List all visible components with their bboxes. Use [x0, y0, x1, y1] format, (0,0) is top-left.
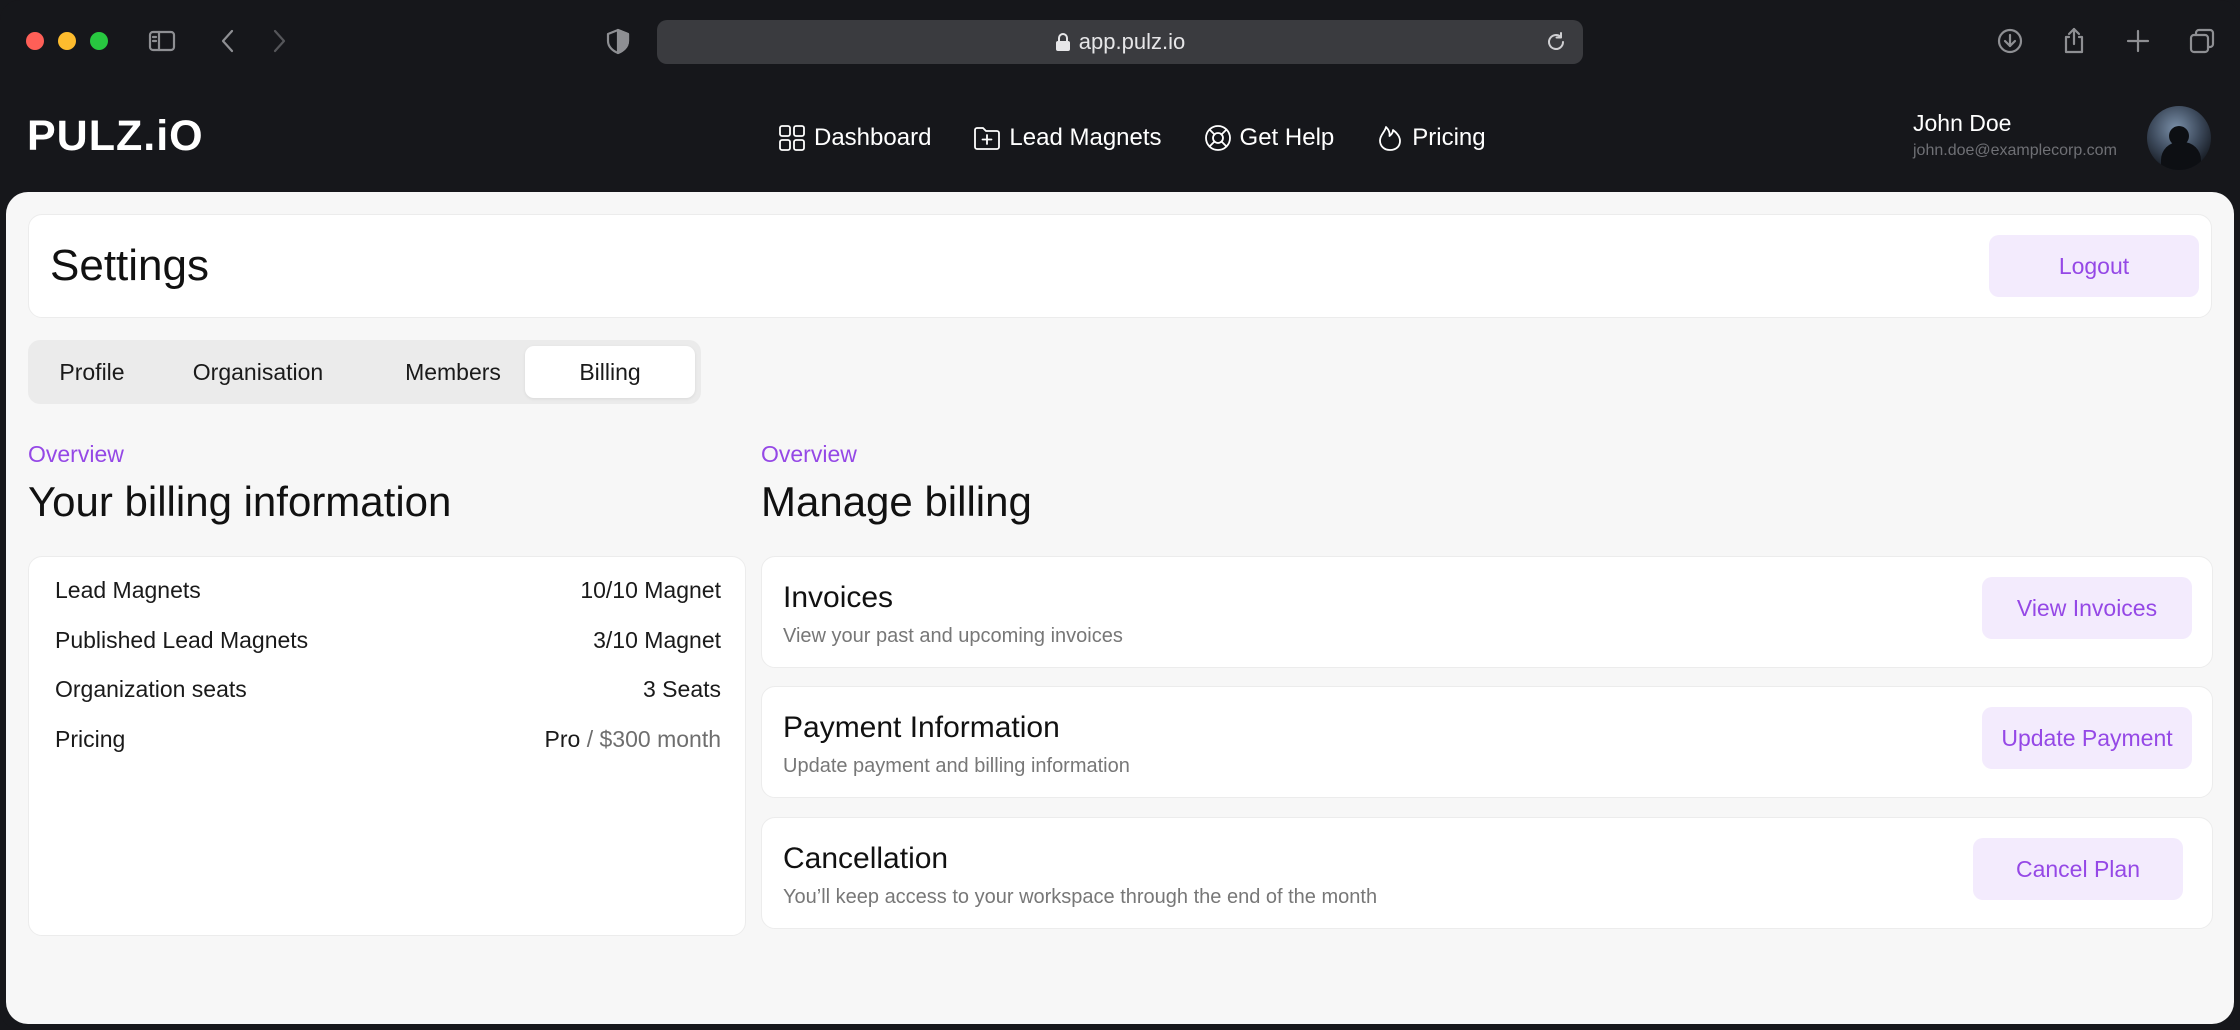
- tab-members[interactable]: Members: [368, 346, 538, 398]
- tab-billing[interactable]: Billing: [525, 346, 695, 398]
- billing-info-card: Lead Magnets 10/10 Magnet Published Lead…: [28, 556, 746, 936]
- plan-name: Pro: [544, 726, 581, 752]
- lock-icon: [1055, 33, 1070, 51]
- cancel-plan-button[interactable]: Cancel Plan: [1973, 838, 2183, 900]
- invoices-card: Invoices View your past and upcoming inv…: [761, 556, 2213, 668]
- plan-price: / $300 month: [580, 726, 721, 752]
- browser-window: app.pulz.io PULZ.iO Dashboard Lead Magne…: [0, 0, 2240, 1030]
- payment-information-card: Payment Information Update payment and b…: [761, 686, 2213, 798]
- info-value: Pro / $300 month: [545, 726, 721, 753]
- settings-page: Settings Logout Profile Organisation Mem…: [6, 192, 2234, 1024]
- info-row-pricing: Pricing Pro / $300 month: [55, 726, 721, 762]
- pulz-logo[interactable]: PULZ.iO: [27, 112, 204, 161]
- new-tab-icon[interactable]: [2121, 24, 2155, 58]
- info-row-published-lead-magnets: Published Lead Magnets 3/10 Magnet: [55, 627, 721, 663]
- shield-icon[interactable]: [601, 24, 635, 58]
- lifebuoy-icon: [1204, 125, 1231, 151]
- view-invoices-button[interactable]: View Invoices: [1982, 577, 2192, 639]
- info-row-lead-magnets: Lead Magnets 10/10 Magnet: [55, 577, 721, 613]
- main-nav: Dashboard Lead Magnets Get Help Pricing: [776, 118, 1486, 158]
- billing-info-eyebrow: Overview: [28, 441, 124, 467]
- payment-information-title: Payment Information: [783, 711, 1060, 744]
- back-icon[interactable]: [211, 24, 245, 58]
- flame-icon: [1379, 126, 1402, 151]
- logout-button[interactable]: Logout: [1989, 235, 2199, 297]
- nav-lead-magnets[interactable]: Lead Magnets: [971, 122, 1162, 154]
- tabs-overview-icon[interactable]: [2185, 24, 2219, 58]
- info-label: Lead Magnets: [55, 577, 201, 603]
- user-email: john.doe@examplecorp.com: [1913, 142, 2117, 159]
- tab-profile[interactable]: Profile: [42, 346, 142, 398]
- avatar[interactable]: [2147, 106, 2211, 170]
- billing-info-title: Your billing information: [28, 478, 452, 525]
- info-row-organization-seats: Organization seats 3 Seats: [55, 676, 721, 712]
- nav-pricing[interactable]: Pricing: [1374, 122, 1486, 154]
- settings-tabs: Profile Organisation Members Billing: [28, 340, 701, 404]
- info-value: 3/10 Magnet: [593, 627, 721, 653]
- nav-pricing-label: Pricing: [1412, 124, 1486, 151]
- sidebar-icon[interactable]: [145, 24, 179, 58]
- user-name[interactable]: John Doe: [1913, 110, 2011, 137]
- forward-icon[interactable]: [262, 24, 296, 58]
- payment-information-subtitle: Update payment and billing information: [783, 755, 1130, 777]
- manage-billing-eyebrow: Overview: [761, 441, 857, 467]
- tab-organisation[interactable]: Organisation: [178, 346, 338, 398]
- nav-dashboard-label: Dashboard: [814, 124, 932, 151]
- reload-icon[interactable]: [1545, 31, 1567, 53]
- settings-header-card: Settings Logout: [28, 214, 2212, 318]
- update-payment-button[interactable]: Update Payment: [1982, 707, 2192, 769]
- grid-icon: [779, 125, 805, 151]
- nav-lead-magnets-label: Lead Magnets: [1009, 124, 1162, 151]
- share-icon[interactable]: [2057, 24, 2091, 58]
- folder-plus-icon: [974, 127, 1001, 150]
- nav-dashboard[interactable]: Dashboard: [776, 122, 931, 154]
- info-value: 3 Seats: [643, 676, 721, 702]
- zoom-window-button[interactable]: [90, 32, 108, 50]
- address-bar[interactable]: app.pulz.io: [657, 20, 1583, 64]
- nav-get-help[interactable]: Get Help: [1202, 122, 1335, 154]
- download-icon[interactable]: [1993, 24, 2027, 58]
- invoices-subtitle: View your past and upcoming invoices: [783, 625, 1123, 647]
- nav-get-help-label: Get Help: [1239, 124, 1335, 151]
- browser-toolbar: app.pulz.io: [0, 0, 2240, 84]
- page-title: Settings: [50, 241, 209, 290]
- cancellation-title: Cancellation: [783, 842, 949, 875]
- info-value: 10/10 Magnet: [580, 577, 721, 603]
- manage-billing-title: Manage billing: [761, 478, 1032, 525]
- minimize-window-button[interactable]: [58, 32, 76, 50]
- app-header: PULZ.iO Dashboard Lead Magnets Get Help …: [0, 84, 2240, 192]
- invoices-title: Invoices: [783, 581, 894, 614]
- info-label: Organization seats: [55, 676, 247, 702]
- close-window-button[interactable]: [26, 32, 44, 50]
- info-label: Pricing: [55, 726, 126, 752]
- cancellation-subtitle: You’ll keep access to your workspace thr…: [783, 886, 1378, 908]
- info-label: Published Lead Magnets: [55, 627, 309, 653]
- url-text: app.pulz.io: [1078, 29, 1186, 54]
- cancellation-card: Cancellation You’ll keep access to your …: [761, 817, 2213, 929]
